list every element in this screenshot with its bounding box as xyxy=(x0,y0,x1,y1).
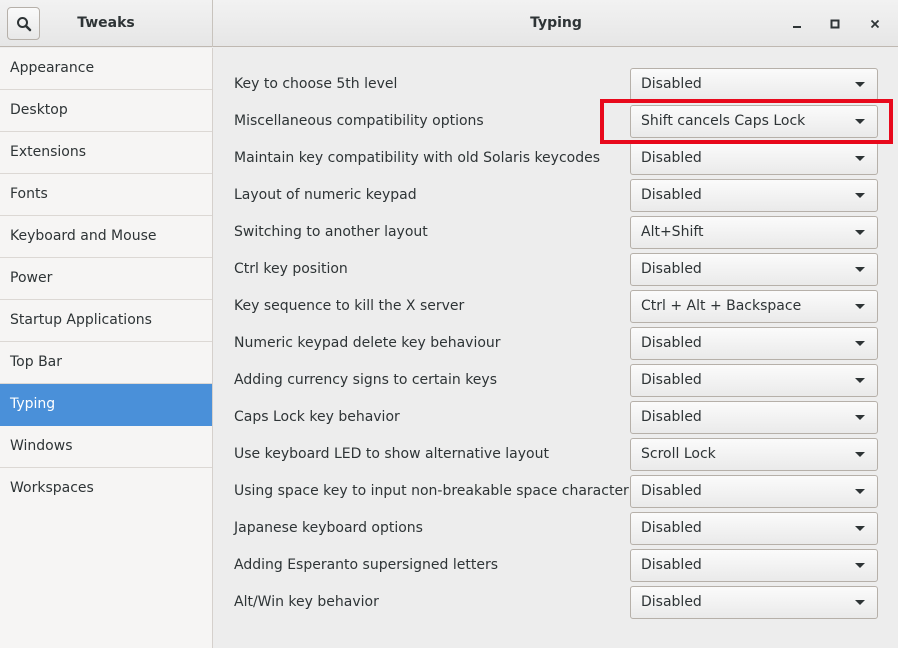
sidebar: Appearance Desktop Extensions Fonts Keyb… xyxy=(0,48,213,648)
minimize-button[interactable] xyxy=(786,13,808,35)
setting-row: Switching to another layout Alt+Shift xyxy=(214,214,898,251)
dropdown-arrow-icon xyxy=(855,156,865,161)
setting-row: Use keyboard LED to show alternative lay… xyxy=(214,436,898,473)
dropdown-arrow-icon xyxy=(855,230,865,235)
dropdown-value: Disabled xyxy=(641,557,702,573)
app-title: Tweaks xyxy=(77,15,135,31)
setting-dropdown[interactable]: Disabled xyxy=(630,179,878,212)
setting-dropdown[interactable]: Disabled xyxy=(630,549,878,582)
setting-row: Layout of numeric keypad Disabled xyxy=(214,177,898,214)
minimize-icon xyxy=(793,26,801,28)
setting-row: Ctrl key position Disabled xyxy=(214,251,898,288)
setting-label: Japanese keyboard options xyxy=(234,520,423,536)
dropdown-arrow-icon xyxy=(855,526,865,531)
setting-label: Alt/Win key behavior xyxy=(234,594,379,610)
setting-label: Maintain key compatibility with old Sola… xyxy=(234,150,601,166)
setting-label: Layout of numeric keypad xyxy=(234,187,417,203)
setting-dropdown[interactable]: Disabled xyxy=(630,475,878,508)
setting-row: Caps Lock key behavior Disabled xyxy=(214,399,898,436)
sidebar-item-extensions[interactable]: Extensions xyxy=(0,132,212,174)
maximize-button[interactable] xyxy=(824,13,846,35)
sidebar-item-fonts[interactable]: Fonts xyxy=(0,174,212,216)
dropdown-value: Disabled xyxy=(641,76,702,92)
dropdown-arrow-icon xyxy=(855,193,865,198)
highlight-box xyxy=(600,99,893,144)
dropdown-value: Disabled xyxy=(641,261,702,277)
setting-label: Switching to another layout xyxy=(234,224,428,240)
setting-dropdown[interactable]: Ctrl + Alt + Backspace xyxy=(630,290,878,323)
setting-label: Key sequence to kill the X server xyxy=(234,298,465,314)
dropdown-arrow-icon xyxy=(855,600,865,605)
setting-label: Adding currency signs to certain keys xyxy=(234,372,497,388)
dropdown-arrow-icon xyxy=(855,415,865,420)
dropdown-value: Disabled xyxy=(641,594,702,610)
sidebar-item-windows[interactable]: Windows xyxy=(0,426,212,468)
sidebar-item-startup-applications[interactable]: Startup Applications xyxy=(0,300,212,342)
maximize-icon xyxy=(830,19,840,29)
dropdown-arrow-icon xyxy=(855,452,865,457)
dropdown-value: Disabled xyxy=(641,520,702,536)
dropdown-value: Disabled xyxy=(641,150,702,166)
setting-dropdown[interactable]: Disabled xyxy=(630,327,878,360)
dropdown-arrow-icon xyxy=(855,378,865,383)
dropdown-arrow-icon xyxy=(855,489,865,494)
dropdown-arrow-icon xyxy=(855,563,865,568)
sidebar-item-typing[interactable]: Typing xyxy=(0,384,212,426)
setting-label: Key to choose 5th level xyxy=(234,76,398,92)
setting-dropdown[interactable]: Disabled xyxy=(630,253,878,286)
sidebar-item-keyboard-and-mouse[interactable]: Keyboard and Mouse xyxy=(0,216,212,258)
dropdown-value: Disabled xyxy=(641,335,702,351)
setting-dropdown[interactable]: Disabled xyxy=(630,68,878,101)
setting-dropdown[interactable]: Disabled xyxy=(630,364,878,397)
dropdown-value: Disabled xyxy=(641,187,702,203)
dropdown-value: Disabled xyxy=(641,372,702,388)
setting-row: Key sequence to kill the X server Ctrl +… xyxy=(214,288,898,325)
close-button[interactable] xyxy=(864,13,886,35)
setting-dropdown[interactable]: Disabled xyxy=(630,586,878,619)
setting-label: Ctrl key position xyxy=(234,261,348,277)
dropdown-value: Scroll Lock xyxy=(641,446,716,462)
dropdown-value: Alt+Shift xyxy=(641,224,704,240)
dropdown-value: Disabled xyxy=(641,409,702,425)
setting-label: Numeric keypad delete key behaviour xyxy=(234,335,501,351)
setting-row: Adding Esperanto supersigned letters Dis… xyxy=(214,547,898,584)
header-bar: Tweaks Typing xyxy=(0,0,898,47)
sidebar-item-appearance[interactable]: Appearance xyxy=(0,48,212,90)
setting-label: Using space key to input non-breakable s… xyxy=(234,483,629,499)
setting-dropdown[interactable]: Disabled xyxy=(630,401,878,434)
dropdown-arrow-icon xyxy=(855,341,865,346)
setting-dropdown[interactable]: Disabled xyxy=(630,142,878,175)
search-button[interactable] xyxy=(7,7,40,40)
sidebar-item-top-bar[interactable]: Top Bar xyxy=(0,342,212,384)
setting-label: Use keyboard LED to show alternative lay… xyxy=(234,446,549,462)
setting-row: Using space key to input non-breakable s… xyxy=(214,473,898,510)
setting-row: Key to choose 5th level Disabled xyxy=(214,66,898,103)
dropdown-arrow-icon xyxy=(855,82,865,87)
setting-row: Alt/Win key behavior Disabled xyxy=(214,584,898,621)
sidebar-item-desktop[interactable]: Desktop xyxy=(0,90,212,132)
setting-row: Maintain key compatibility with old Sola… xyxy=(214,140,898,177)
sidebar-item-workspaces[interactable]: Workspaces xyxy=(0,468,212,510)
sidebar-item-power[interactable]: Power xyxy=(0,258,212,300)
setting-row: Adding currency signs to certain keys Di… xyxy=(214,362,898,399)
setting-row: Japanese keyboard options Disabled xyxy=(214,510,898,547)
setting-dropdown[interactable]: Alt+Shift xyxy=(630,216,878,249)
setting-label: Miscellaneous compatibility options xyxy=(234,113,484,129)
header-left-pane: Tweaks xyxy=(0,0,213,47)
setting-dropdown[interactable]: Disabled xyxy=(630,512,878,545)
search-icon xyxy=(16,16,31,31)
setting-dropdown[interactable]: Scroll Lock xyxy=(630,438,878,471)
dropdown-arrow-icon xyxy=(855,267,865,272)
setting-label: Adding Esperanto supersigned letters xyxy=(234,557,499,573)
dropdown-value: Disabled xyxy=(641,483,702,499)
close-icon xyxy=(870,19,880,29)
setting-row: Numeric keypad delete key behaviour Disa… xyxy=(214,325,898,362)
dropdown-arrow-icon xyxy=(855,304,865,309)
setting-label: Caps Lock key behavior xyxy=(234,409,400,425)
dropdown-value: Ctrl + Alt + Backspace xyxy=(641,298,802,314)
